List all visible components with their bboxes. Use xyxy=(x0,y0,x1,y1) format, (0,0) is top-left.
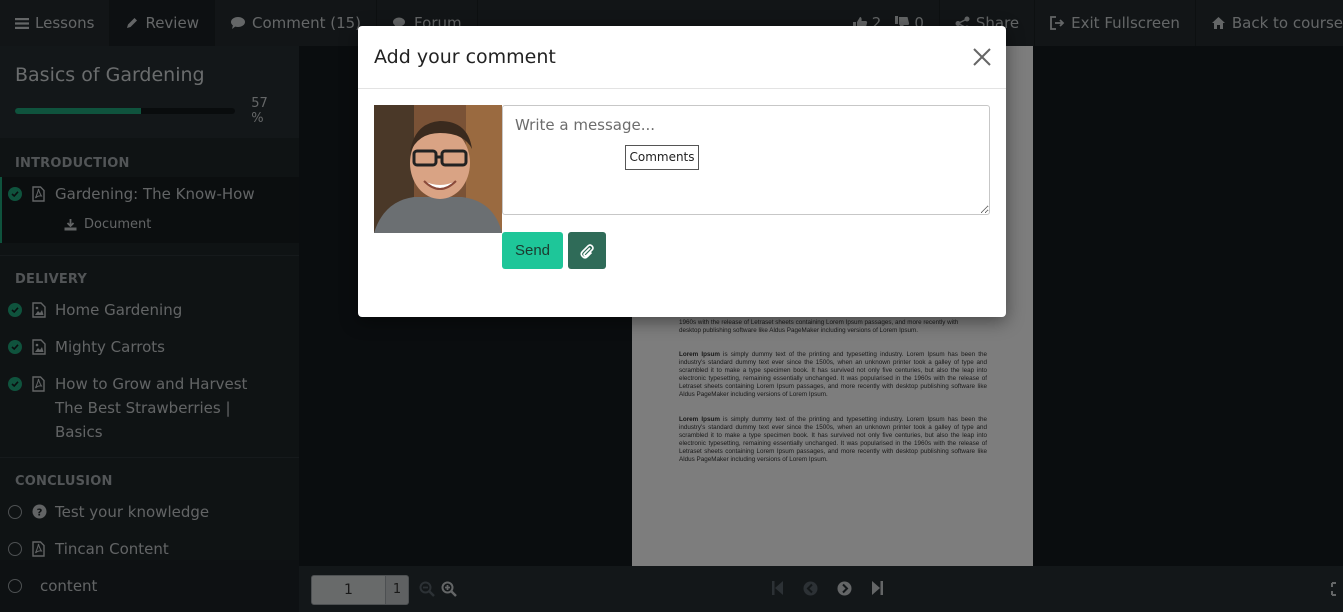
paperclip-icon xyxy=(579,243,595,259)
add-comment-modal: Add your comment Comments Send xyxy=(358,26,1006,317)
modal-title: Add your comment xyxy=(374,46,556,68)
comments-tooltip: Comments xyxy=(625,145,699,170)
modal-header: Add your comment xyxy=(358,26,1006,89)
message-input[interactable] xyxy=(502,105,990,215)
close-icon[interactable] xyxy=(972,47,992,67)
send-button[interactable]: Send xyxy=(502,232,563,269)
attach-button[interactable] xyxy=(568,232,606,269)
avatar xyxy=(374,105,502,233)
